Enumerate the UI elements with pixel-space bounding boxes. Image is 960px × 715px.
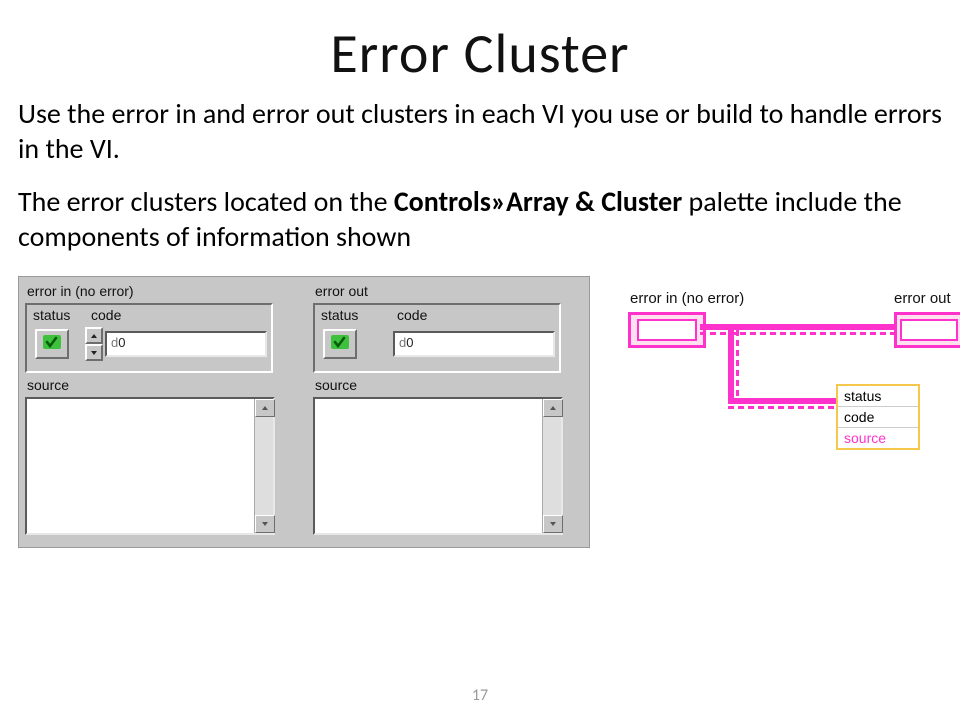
unbundle-row-code[interactable]: code [838,407,918,428]
scrollbar[interactable] [254,399,273,533]
error-in-status-label: status [33,307,70,323]
block-diagram: error in (no error) error out status cod… [610,284,960,554]
error-out-source-label: source [315,377,357,393]
error-in-terminal[interactable] [628,312,706,348]
error-in-code-spinner[interactable] [85,327,103,361]
wire-drop-h2 [728,406,836,409]
error-out-code-label: code [397,307,427,323]
unbundle-row-source[interactable]: source [838,428,918,448]
unbundle-row-status[interactable]: status [838,386,918,407]
error-in-code-field[interactable]: d0 [105,331,267,357]
wire-drop-v [728,330,734,400]
error-out-code-field: d0 [393,331,555,357]
diagram-error-out-label: error out [894,290,951,307]
wire-drop-h [728,398,836,404]
unbundle-by-name[interactable]: status code source [836,384,920,450]
paragraph-2: The error clusters located on the Contro… [18,184,942,254]
code-value: 0 [406,335,413,350]
slide-title: Error Cluster [0,20,960,88]
p2-bold-path: Controls»Array & Cluster [394,184,682,219]
scroll-up-icon[interactable] [255,399,275,417]
scroll-down-icon[interactable] [543,515,563,533]
wire-drop-v2 [736,330,739,400]
error-in-status-led[interactable] [35,329,69,359]
error-in-title: error in (no error) [27,283,134,299]
error-out-status-label: status [321,307,358,323]
scrollbar[interactable] [542,399,561,533]
page-number: 17 [0,686,960,705]
front-panel: error in (no error) status code d0 sourc… [18,276,590,548]
error-in-code-label: code [91,307,121,323]
scroll-down-icon[interactable] [255,515,275,533]
diagram-error-in-label: error in (no error) [630,290,744,307]
scroll-up-icon[interactable] [543,399,563,417]
code-value: 0 [118,335,125,350]
p2-text-a: The error clusters located on the [18,184,394,219]
error-in-cluster[interactable]: status code d0 [25,303,273,373]
error-out-status-led[interactable] [323,329,357,359]
error-out-terminal[interactable] [894,312,960,348]
error-out-cluster[interactable]: status code d0 [313,303,561,373]
error-in-source-field[interactable] [25,397,275,535]
error-out-title: error out [315,283,368,299]
error-in-source-label: source [27,377,69,393]
error-out-source-field [313,397,563,535]
paragraph-1: Use the error in and error out clusters … [18,96,942,166]
